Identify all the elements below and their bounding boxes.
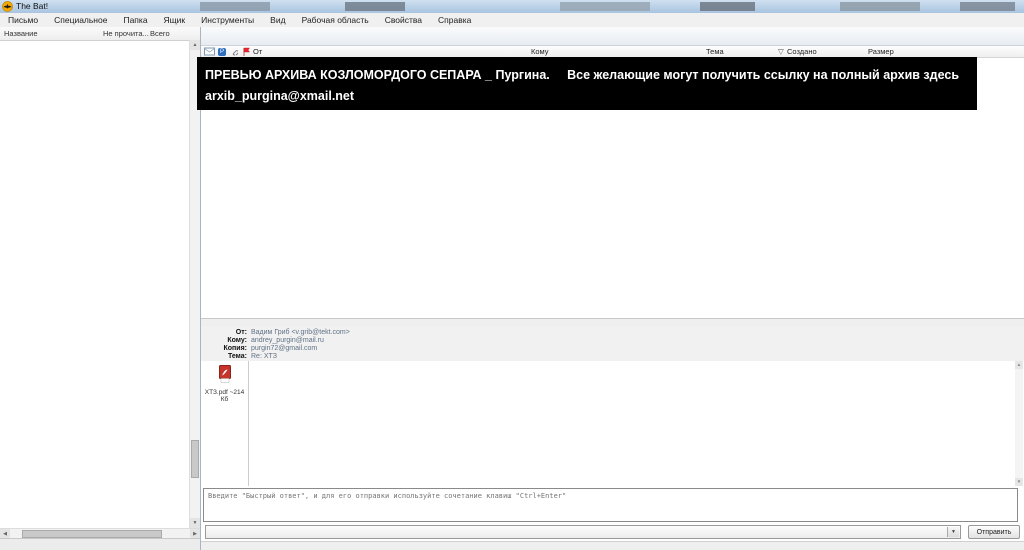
main-toolbar — [201, 27, 1024, 46]
header-cc: Копия: purgin72@gmail.com — [201, 345, 901, 353]
send-row: ▼ Отправить — [203, 524, 1022, 540]
menu-item[interactable]: Инструменты — [193, 13, 262, 27]
message-body-pane: ХТЗ.pdf ~214 Кб ▲ ▼ — [201, 361, 1024, 486]
folder-sidebar: Название Не прочита... Всего ▲ ▼ ◀ ▶ — [0, 27, 200, 550]
body-scrollbar[interactable]: ▲ ▼ — [1015, 361, 1023, 486]
the-bat-app-icon — [2, 1, 13, 12]
menu-item[interactable]: Свойства — [377, 13, 430, 27]
pdf-attachment-icon[interactable] — [217, 365, 233, 383]
attachment-name[interactable]: ХТЗ.pdf ~214 Кб — [201, 388, 248, 404]
chevron-down-icon[interactable]: ▼ — [947, 527, 959, 537]
banner-text-line2: arxib_purgina@xmail.net — [205, 89, 354, 103]
background-window-fragment — [960, 2, 1015, 11]
message-list — [201, 110, 1024, 318]
column-to[interactable]: Кому — [531, 47, 549, 56]
background-window-fragment — [560, 2, 650, 11]
header-subject: Тема: Re: ХТЗ — [201, 353, 901, 361]
from-value: Вадим Гриб <v.grib@tekt.com> — [251, 329, 350, 337]
subject-value: Re: ХТЗ — [251, 353, 277, 361]
send-button[interactable]: Отправить — [968, 525, 1020, 539]
quick-reply-input[interactable] — [204, 489, 1017, 521]
background-window-fragment — [700, 2, 755, 11]
title-bar[interactable]: The Bat! — [0, 0, 1024, 14]
background-window-fragment — [345, 2, 405, 11]
column-total[interactable]: Всего — [150, 29, 170, 38]
status-bar — [201, 541, 1024, 550]
menu-item[interactable]: Вид — [262, 13, 293, 27]
sidebar-tabs — [0, 538, 200, 550]
window-title: The Bat! — [16, 1, 48, 11]
background-window-fragment — [840, 2, 920, 11]
column-subject[interactable]: Тема — [706, 47, 724, 56]
scrollbar-thumb[interactable] — [22, 530, 162, 538]
column-name[interactable]: Название — [4, 29, 38, 38]
to-value: andrey_purgin@mail.ru — [251, 337, 324, 345]
cc-value: purgin72@gmail.com — [251, 345, 317, 353]
sidebar-vertical-scrollbar[interactable]: ▲ ▼ — [189, 40, 200, 528]
column-created[interactable]: Создано — [787, 47, 817, 56]
scrollbar-thumb[interactable] — [191, 440, 199, 478]
menu-item[interactable]: Справка — [430, 13, 479, 27]
app-window: The Bat! ПисьмоСпециальноеПапкаЯщикИнстр… — [0, 0, 1024, 550]
menu-item[interactable]: Рабочая область — [294, 13, 377, 27]
overlay-banner: ПРЕВЬЮ АРХИВА КОЗЛОМОРДОГО СЕПАРА _ Пург… — [197, 57, 977, 110]
menu-item[interactable]: Ящик — [156, 13, 194, 27]
quick-reply-box — [203, 488, 1018, 522]
column-from[interactable]: От — [253, 47, 262, 56]
folder-list-header[interactable]: Название Не прочита... Всего — [0, 27, 200, 41]
folder-tree — [0, 40, 188, 528]
scroll-up-icon[interactable]: ▲ — [1015, 361, 1023, 369]
scroll-down-icon[interactable]: ▼ — [190, 518, 200, 528]
reply-template-dropdown[interactable]: ▼ — [205, 525, 961, 539]
message-headers-pane: От: Вадим Гриб <v.grib@tekt.com> Кому: a… — [201, 327, 1024, 362]
background-window-fragment — [200, 2, 270, 11]
cc-label: Копия: — [224, 345, 248, 353]
menu-item[interactable]: Папка — [115, 13, 155, 27]
menu-item[interactable]: Специальное — [46, 13, 115, 27]
from-label: От: — [236, 329, 247, 337]
header-from: От: Вадим Гриб <v.grib@tekt.com> — [201, 329, 901, 337]
scroll-up-icon[interactable]: ▲ — [190, 40, 200, 50]
column-unread[interactable]: Не прочита... — [103, 29, 149, 38]
attachment-pane: ХТЗ.pdf ~214 Кб — [201, 361, 249, 486]
banner-text-line1: ПРЕВЬЮ АРХИВА КОЗЛОМОРДОГО СЕПАРА _ Пург… — [205, 68, 959, 82]
menu-bar: ПисьмоСпециальноеПапкаЯщикИнструментыВид… — [0, 13, 1024, 28]
scroll-down-icon[interactable]: ▼ — [1015, 478, 1023, 486]
to-label: Кому: — [227, 337, 247, 345]
header-to: Кому: andrey_purgin@mail.ru — [201, 337, 901, 345]
sort-indicator-icon: ▽ — [778, 47, 784, 56]
column-size[interactable]: Размер — [868, 47, 894, 56]
subject-label: Тема: — [228, 353, 247, 361]
menu-item[interactable]: Письмо — [0, 13, 46, 27]
